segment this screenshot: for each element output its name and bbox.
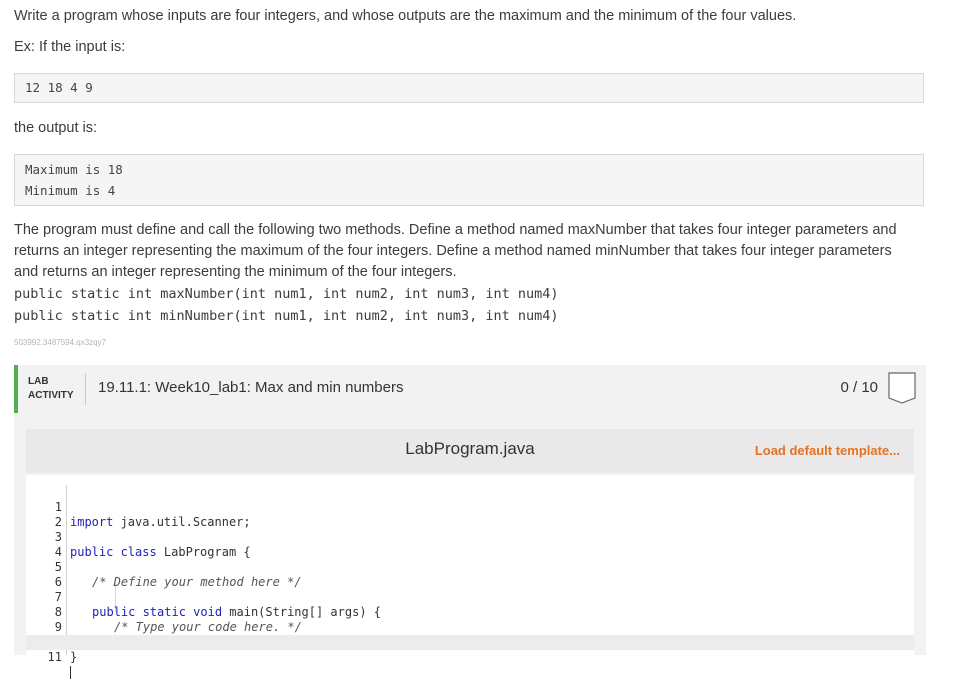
intro-text: Write a program whose inputs are four in…: [14, 8, 797, 24]
lab-tag-line-1: LAB: [28, 376, 49, 387]
description-line-3: and returns an integer representing the …: [14, 264, 457, 280]
code-line: 6: [26, 560, 914, 589]
lab-tag: LAB ACTIVITY: [28, 375, 74, 403]
code-line: 5 /* Define your method here */: [26, 545, 914, 589]
code-line: 7 public static void main(String[] args)…: [26, 575, 914, 619]
code-line: 10 }: [26, 620, 914, 664]
code-token: }: [70, 650, 78, 664]
lab-activity-header: LAB ACTIVITY 19.11.1: Week10_lab1: Max a…: [14, 365, 926, 413]
code-line: 9 }: [26, 605, 914, 649]
line-number: 11: [47, 650, 62, 664]
example-label: Ex: If the input is:: [14, 39, 126, 55]
lab-tag-line-2: ACTIVITY: [28, 390, 74, 401]
editor-header: LabProgram.java Load default template...: [26, 429, 914, 473]
code-line: 1 import java.util.Scanner;: [26, 485, 914, 529]
description-line-2: returns an integer representing the maxi…: [14, 243, 892, 259]
code-line: 2: [26, 500, 914, 529]
lab-title: 19.11.1: Week10_lab1: Max and min number…: [98, 379, 404, 396]
text-cursor: [70, 666, 71, 679]
header-divider: [85, 373, 86, 405]
code-editor[interactable]: 1 import java.util.Scanner; 2 3 public c…: [26, 475, 914, 679]
example-input: 12 18 4 9: [25, 80, 93, 95]
code-line-active[interactable]: 11: [26, 635, 914, 679]
output-label: the output is:: [14, 120, 98, 136]
editor-container: LabProgram.java Load default template...…: [14, 413, 926, 679]
description-line-1: The program must define and call the fol…: [14, 222, 897, 238]
code-line: 3 public class LabProgram {: [26, 515, 914, 559]
example-output-box: Maximum is 18 Minimum is 4: [14, 154, 924, 206]
load-default-template-link[interactable]: Load default template...: [755, 443, 900, 458]
example-input-box: 12 18 4 9: [14, 73, 924, 103]
activity-id: 503992.3487594.qx3zqy7: [14, 338, 107, 347]
code-line: 4: [26, 530, 914, 559]
score-text: 0 / 10: [840, 379, 878, 396]
example-output-line-2: Minimum is 4: [25, 183, 116, 198]
signature-max: public static int maxNumber(int num1, in…: [14, 286, 559, 302]
signature-min: public static int minNumber(int num1, in…: [14, 308, 559, 324]
example-output-line-1: Maximum is 18: [25, 162, 123, 177]
score-badge-icon: [888, 372, 916, 404]
code-line: 8 /* Type your code here. */: [26, 590, 914, 634]
